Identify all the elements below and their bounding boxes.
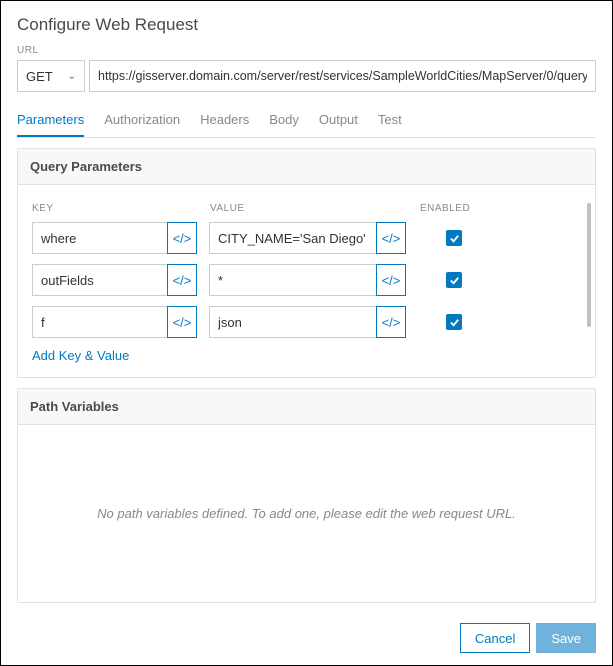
code-icon[interactable]: </> <box>167 264 197 296</box>
code-icon[interactable]: </> <box>167 306 197 338</box>
param-value-input[interactable] <box>209 222 377 254</box>
query-parameters-title: Query Parameters <box>18 149 595 185</box>
col-header-value: VALUE <box>210 203 420 214</box>
path-variables-panel: Path Variables No path variables defined… <box>17 388 596 603</box>
param-row: </> </> <box>32 264 581 296</box>
param-enabled-checkbox[interactable] <box>446 272 462 288</box>
http-method-value: GET <box>26 69 53 84</box>
tab-output[interactable]: Output <box>319 106 358 137</box>
url-label: URL <box>17 45 596 56</box>
tabs: Parameters Authorization Headers Body Ou… <box>17 106 596 138</box>
param-key-input[interactable] <box>32 222 168 254</box>
scrollbar[interactable] <box>587 203 591 327</box>
code-icon[interactable]: </> <box>376 264 406 296</box>
param-enabled-checkbox[interactable] <box>446 314 462 330</box>
add-key-value-link[interactable]: Add Key & Value <box>32 348 581 363</box>
tab-parameters[interactable]: Parameters <box>17 106 84 137</box>
url-input[interactable] <box>89 60 596 92</box>
tab-test[interactable]: Test <box>378 106 402 137</box>
param-value-input[interactable] <box>209 306 377 338</box>
tab-headers[interactable]: Headers <box>200 106 249 137</box>
path-variables-title: Path Variables <box>18 389 595 425</box>
param-row: </> </> <box>32 306 581 338</box>
tab-body[interactable]: Body <box>269 106 299 137</box>
code-icon[interactable]: </> <box>167 222 197 254</box>
path-variables-empty-message: No path variables defined. To add one, p… <box>97 506 516 521</box>
chevron-down-icon: ⌄ <box>68 71 76 82</box>
code-icon[interactable]: </> <box>376 222 406 254</box>
save-button[interactable]: Save <box>536 623 596 653</box>
code-icon[interactable]: </> <box>376 306 406 338</box>
query-parameters-panel: Query Parameters KEY VALUE ENABLED </> <… <box>17 148 596 378</box>
col-header-key: KEY <box>32 203 210 214</box>
param-enabled-checkbox[interactable] <box>446 230 462 246</box>
param-key-input[interactable] <box>32 306 168 338</box>
param-value-input[interactable] <box>209 264 377 296</box>
param-key-input[interactable] <box>32 264 168 296</box>
dialog-title: Configure Web Request <box>17 15 596 35</box>
col-header-enabled: ENABLED <box>420 203 581 214</box>
param-row: </> </> <box>32 222 581 254</box>
http-method-select[interactable]: GET ⌄ <box>17 60 85 92</box>
tab-authorization[interactable]: Authorization <box>104 106 180 137</box>
cancel-button[interactable]: Cancel <box>460 623 530 653</box>
